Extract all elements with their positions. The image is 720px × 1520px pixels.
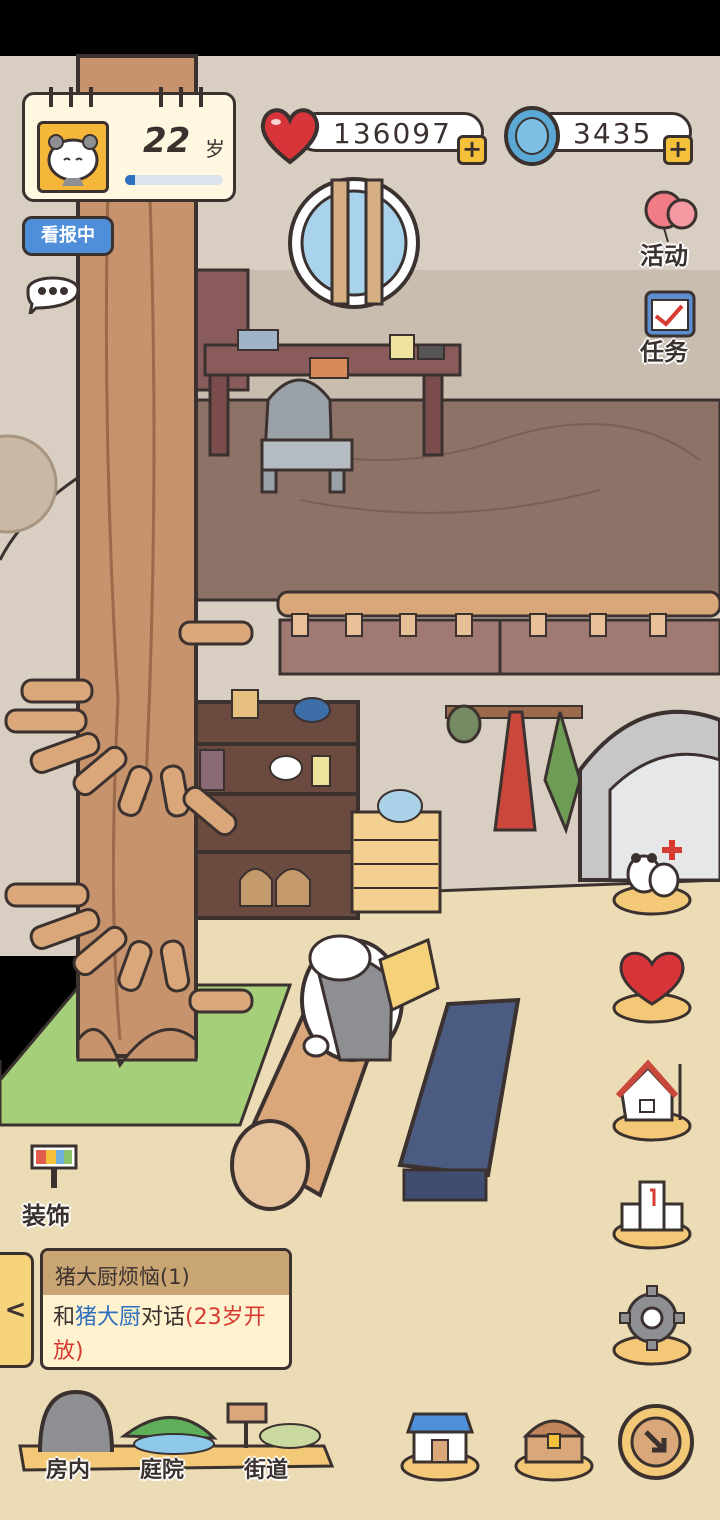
ranking-podium-icon[interactable] xyxy=(610,1168,694,1252)
age-unit: 岁 xyxy=(205,137,225,161)
activity-button[interactable]: 活动 xyxy=(632,186,712,272)
nav-yard[interactable]: 庭院 xyxy=(140,1452,184,1484)
tasks-button[interactable]: 任务 xyxy=(632,286,712,368)
profile-card[interactable]: 22 岁 xyxy=(22,87,236,202)
decorate-button[interactable]: 装饰 xyxy=(18,1140,88,1230)
game-screen: 22 岁 136097 + 3435 + 看报中 活动 任务 装饰 < 猪大厨烦… xyxy=(0,0,720,1520)
quest-description: 和猪大厨对话(23岁开放) xyxy=(53,1301,285,1367)
heart-icon xyxy=(260,108,320,165)
gear-icon[interactable] xyxy=(610,1282,694,1368)
coin-count: 3435 xyxy=(573,117,653,150)
nav-street[interactable]: 街道 xyxy=(244,1452,288,1484)
decorate-label: 装饰 xyxy=(22,1202,70,1230)
nav-indoor[interactable]: 房内 xyxy=(46,1452,90,1484)
home-shop-icon[interactable] xyxy=(398,1408,482,1484)
age-progress-fill xyxy=(125,175,135,185)
quest-title: 猪大厨烦恼(1) xyxy=(55,1265,190,1289)
heart-currency: 136097 + xyxy=(296,112,487,165)
notebook-rings-icon xyxy=(49,87,203,107)
quest-collapse-button[interactable]: < xyxy=(0,1252,34,1368)
heart-add-button[interactable]: + xyxy=(457,135,487,165)
house-mailbox-icon[interactable] xyxy=(610,1054,694,1142)
quest-body-prefix: 和 xyxy=(53,1305,76,1330)
panda-face-icon xyxy=(47,134,99,186)
treasure-chest-icon[interactable] xyxy=(512,1408,596,1484)
quest-panel[interactable]: 猪大厨烦恼(1) 和猪大厨对话(23岁开放) xyxy=(40,1248,292,1370)
age-progress-bar xyxy=(125,175,223,185)
exit-map-icon[interactable] xyxy=(616,1400,696,1484)
paint-roller-icon xyxy=(30,1144,78,1188)
avatar[interactable] xyxy=(37,121,109,193)
coin-add-button[interactable]: + xyxy=(663,135,693,165)
tasks-label: 任务 xyxy=(640,338,688,366)
activity-label: 活动 xyxy=(640,242,688,270)
add-friend-panda-icon[interactable] xyxy=(610,830,694,916)
heart-count: 136097 xyxy=(333,117,452,150)
quest-npc-name: 猪大厨 xyxy=(75,1305,142,1330)
favorite-heart-icon[interactable] xyxy=(610,944,694,1026)
quest-body-action: 对话 xyxy=(141,1305,186,1330)
chat-bubble-icon[interactable] xyxy=(22,268,84,314)
status-badge: 看报中 xyxy=(22,216,114,256)
bottle-cap-icon xyxy=(504,106,560,166)
balloon-icon xyxy=(644,190,698,243)
age-value: 22 xyxy=(143,121,191,161)
